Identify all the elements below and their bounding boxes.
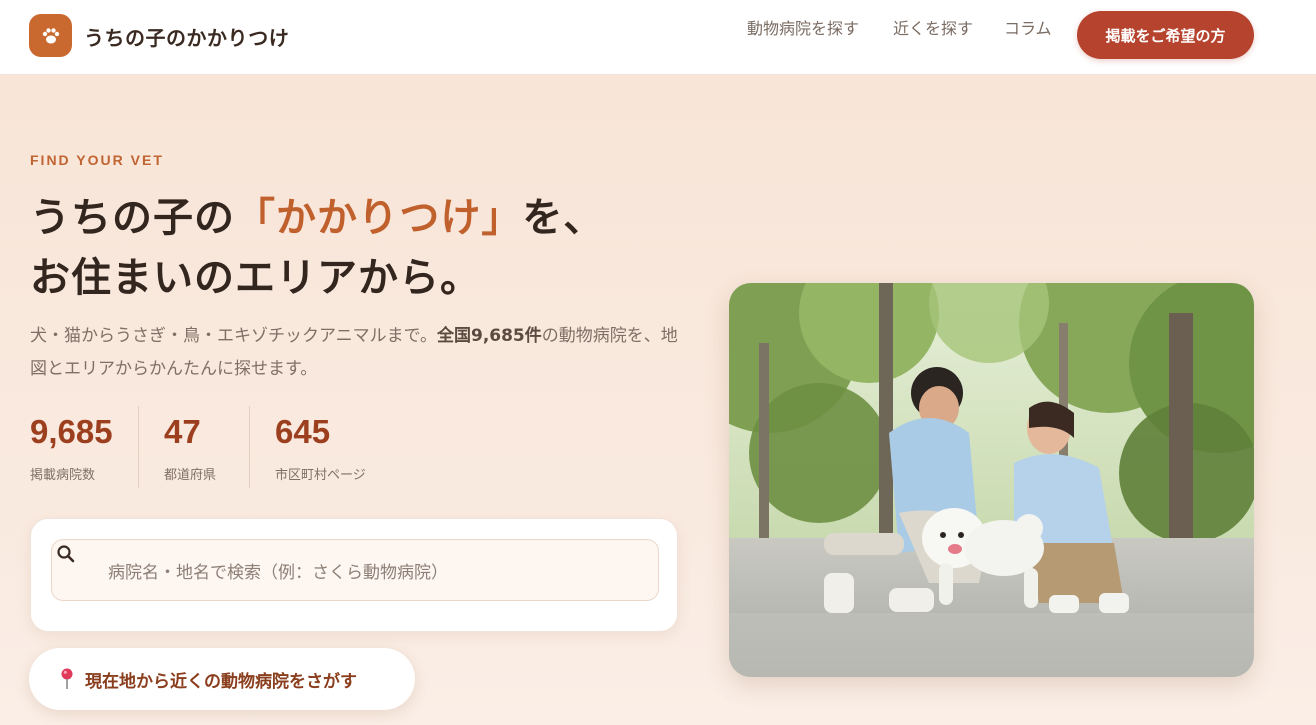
lead-count: 全国9,685件 xyxy=(436,326,542,346)
headline-line2: お住まいのエリアから。 xyxy=(30,255,481,301)
stat-divider xyxy=(249,406,250,488)
lead-text: 犬・猫からうさぎ・鳥・エキゾチックアニマルまで。全国9,685件の動物病院を、地… xyxy=(30,320,690,386)
paw-icon xyxy=(42,27,59,43)
map-pin-icon xyxy=(61,668,73,689)
search-placeholder: 病院名・地名で検索（例：さくら動物病院） xyxy=(108,563,448,583)
search-icon xyxy=(57,545,75,563)
stat-hospitals: 9,685 掲載病院数 xyxy=(30,410,113,483)
stat-label: 都道府県 xyxy=(164,468,217,483)
listing-request-button[interactable]: 掲載をご希望の方 xyxy=(1077,11,1254,59)
stat-municipalities: 645 市区町村ページ xyxy=(275,410,366,483)
stat-divider xyxy=(138,406,139,488)
stat-value: 645 xyxy=(275,413,331,450)
stat-label: 市区町村ページ xyxy=(275,468,366,483)
logo[interactable] xyxy=(29,14,72,57)
stat-value: 47 xyxy=(164,413,201,450)
headline-accent: 「かかりつけ」 xyxy=(235,195,523,241)
stat-prefectures: 47 都道府県 xyxy=(164,410,216,483)
search-input[interactable]: 病院名・地名で検索（例：さくら動物病院） xyxy=(51,539,659,601)
eyebrow: FIND YOUR VET xyxy=(30,152,164,168)
headline-post: を、 xyxy=(522,195,605,241)
nearby-search-button[interactable]: 現在地から近くの動物病院をさがす xyxy=(29,648,415,710)
stat-value: 9,685 xyxy=(30,413,113,450)
nearby-search-label: 現在地から近くの動物病院をさがす xyxy=(85,671,357,692)
stat-label: 掲載病院数 xyxy=(30,468,96,483)
brand-name[interactable]: うちの子のかかりつけ xyxy=(84,22,289,51)
headline-pre: うちの子の xyxy=(30,195,235,241)
site-header: うちの子のかかりつけ 動物病院を探す 近くを探す コラム 掲載をご希望の方 xyxy=(0,0,1316,75)
nav-nearby[interactable]: 近くを探す xyxy=(893,15,973,39)
hero-photo xyxy=(729,283,1254,677)
nav-find-hospital[interactable]: 動物病院を探す xyxy=(747,15,859,39)
lead-part1: 犬・猫からうさぎ・鳥・エキゾチックアニマルまで。 xyxy=(30,326,437,346)
page-title: うちの子の「かかりつけ」を、 お住まいのエリアから。 xyxy=(30,188,604,308)
nav-column[interactable]: コラム xyxy=(1004,15,1052,39)
search-card: 病院名・地名で検索（例：さくら動物病院） xyxy=(30,518,678,632)
